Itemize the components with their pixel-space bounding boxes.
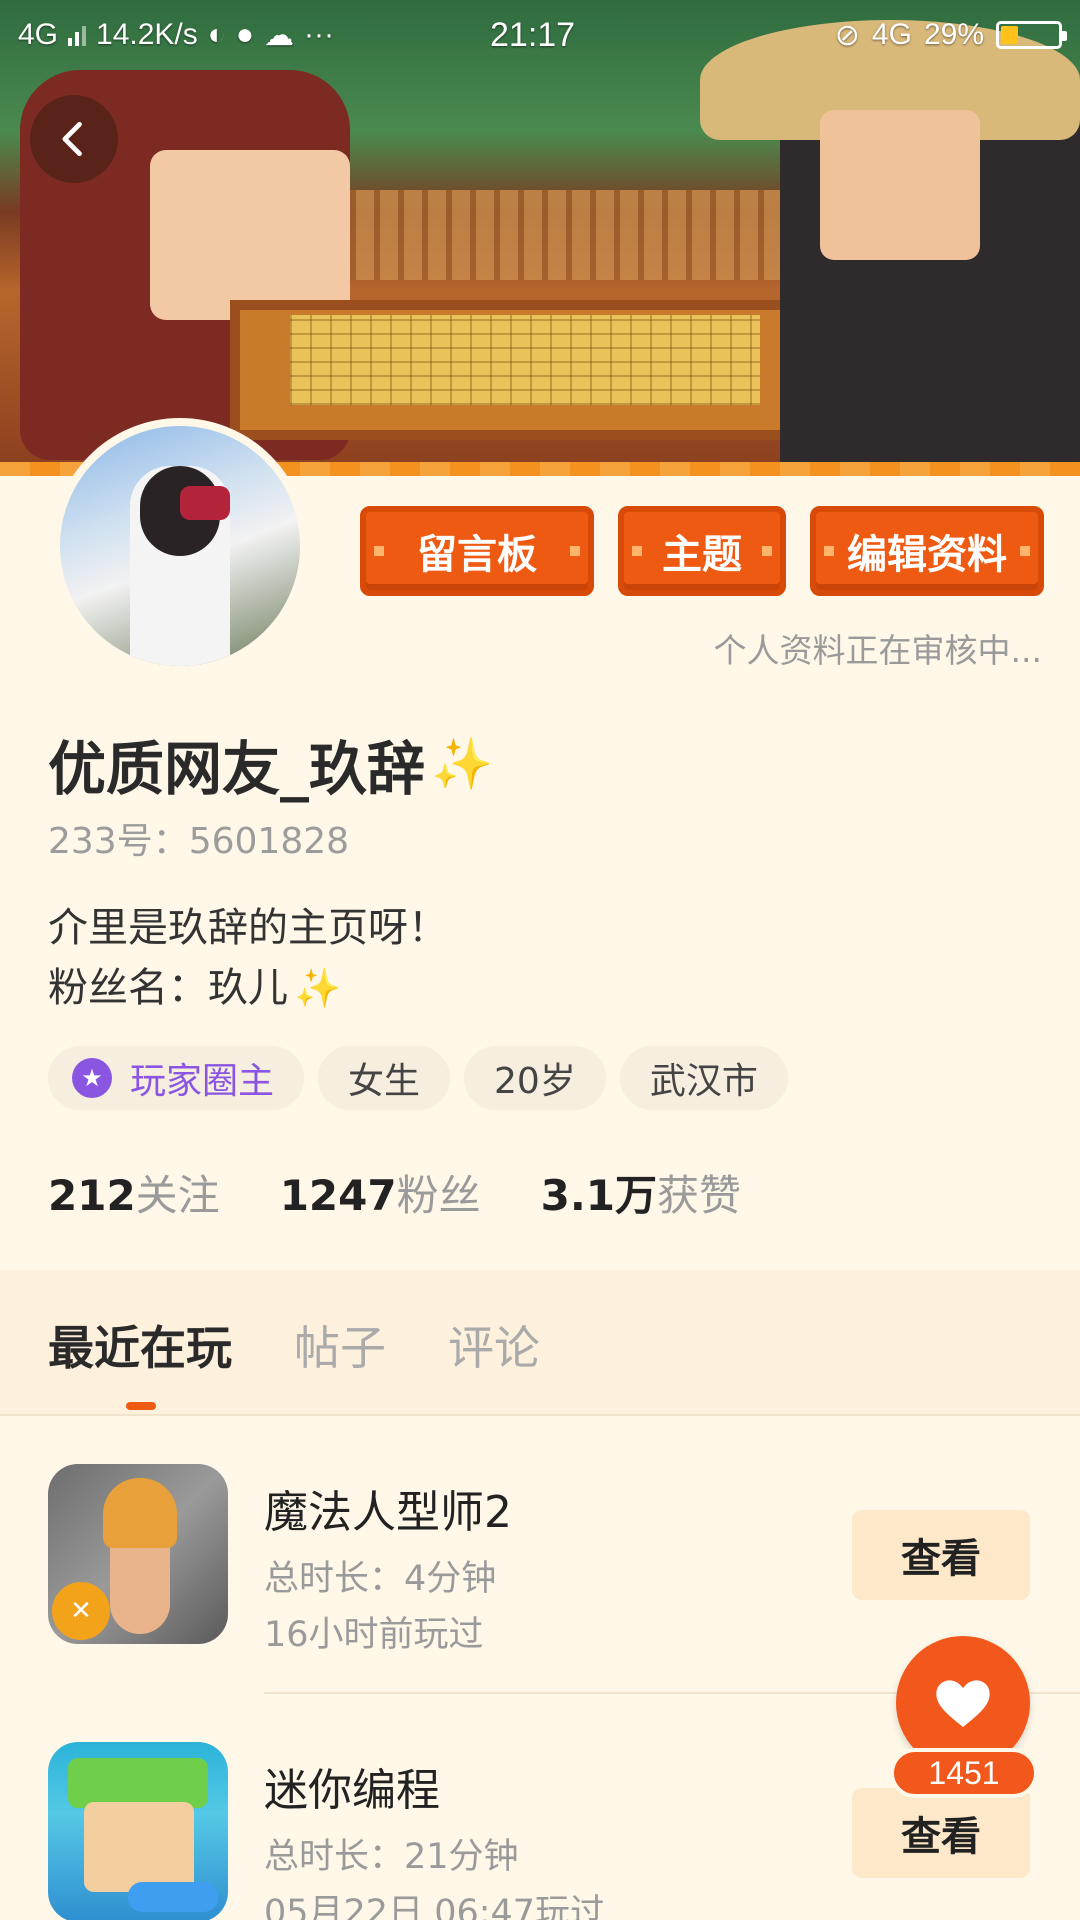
banner-go-board xyxy=(290,315,760,405)
following-count: 212 xyxy=(48,1171,136,1220)
profile-tags: ★ 玩家圈主 女生 20岁 武汉市 xyxy=(48,1046,788,1110)
avatar-bow xyxy=(180,486,230,520)
likes-count: 3.1万 xyxy=(540,1171,658,1220)
user-name-text: 优质网友_玖辞 xyxy=(48,735,426,803)
signal-icon xyxy=(68,24,87,46)
network-speed: 14.2K/s xyxy=(96,18,198,51)
likes-stat[interactable]: 3.1万获赞 xyxy=(541,1162,741,1223)
edit-profile-button[interactable]: 编辑资料 xyxy=(810,506,1044,596)
view-button[interactable]: 查看 xyxy=(852,1510,1030,1600)
fans-label: 粉丝 xyxy=(396,1171,481,1220)
active-tab-indicator xyxy=(126,1402,156,1410)
view-button[interactable]: 查看 xyxy=(852,1788,1030,1878)
tab-recent[interactable]: 最近在玩 xyxy=(48,1312,232,1378)
star-badge-icon: ★ xyxy=(72,1058,112,1098)
cloud-icon: ☁ xyxy=(264,18,295,52)
alarm-off-icon: ⊘ xyxy=(834,18,860,52)
role-tag[interactable]: ★ 玩家圈主 xyxy=(48,1046,305,1110)
planet-icon: ◐ xyxy=(207,18,226,51)
age-tag: 20岁 xyxy=(464,1046,606,1110)
message-board-button[interactable]: 留言板 xyxy=(360,506,594,596)
battery-fill xyxy=(1001,26,1019,44)
tab-comments[interactable]: 评论 xyxy=(448,1312,540,1378)
gender-tag: 女生 xyxy=(318,1046,451,1110)
bio-line-1: 介里是玖辞的主页呀！ xyxy=(48,905,448,951)
game-thumbnail[interactable]: ✕ xyxy=(48,1464,228,1644)
sparkle-icon: ✨ xyxy=(431,734,494,793)
tabs: 最近在玩 帖子 评论 xyxy=(48,1312,540,1378)
back-button[interactable] xyxy=(30,95,118,183)
clock: 21:17 xyxy=(490,15,576,54)
chat-icon: ● xyxy=(235,18,255,51)
profile-banner xyxy=(0,0,1080,470)
profile-stats: 212关注 1247粉丝 3.1万获赞 xyxy=(48,1162,741,1223)
thumbnail-hair xyxy=(103,1478,177,1548)
following-label: 关注 xyxy=(135,1171,220,1220)
role-tag-label: 玩家圈主 xyxy=(130,1061,275,1102)
review-status-note: 个人资料正在审核中... xyxy=(713,631,1042,670)
like-count: 1451 xyxy=(890,1748,1038,1798)
user-name: 优质网友_玖辞 ✨ xyxy=(48,722,493,806)
game-duration: 总时长：4分钟 xyxy=(264,1559,497,1599)
game-duration: 总时长：21分钟 xyxy=(264,1837,519,1877)
game-badge-icon: ✕ xyxy=(52,1582,110,1640)
network-type-left: 4G xyxy=(18,18,59,51)
battery-icon xyxy=(996,21,1067,49)
network-type-right: 4G xyxy=(871,18,912,51)
user-id: 233号：5601828 xyxy=(48,821,350,862)
city-tag: 武汉市 xyxy=(619,1046,788,1110)
bio-line-2-text: 粉丝名：玖儿 xyxy=(48,965,288,1011)
game-last-played: 05月22日 06:47玩过 xyxy=(264,1893,606,1920)
fans-count: 1247 xyxy=(279,1171,397,1220)
chevron-left-icon xyxy=(62,121,82,157)
avatar[interactable] xyxy=(52,418,308,674)
battery-percent: 29% xyxy=(923,18,984,51)
game-last-played: 16小时前玩过 xyxy=(264,1615,484,1655)
game-title: 魔法人型师2 xyxy=(264,1487,512,1538)
tab-posts[interactable]: 帖子 xyxy=(294,1312,386,1378)
heart-icon xyxy=(936,1680,990,1727)
thumbnail-roof xyxy=(68,1758,208,1808)
following-stat[interactable]: 212关注 xyxy=(48,1162,220,1223)
sparkle-icon: ✨ xyxy=(294,966,342,1010)
theme-button[interactable]: 主题 xyxy=(618,506,786,596)
game-title: 迷你编程 xyxy=(264,1765,440,1816)
bio-line-2: 粉丝名：玖儿 ✨ xyxy=(48,958,448,1018)
thumbnail-item xyxy=(128,1882,218,1912)
more-notifications: ··· xyxy=(304,18,334,51)
game-thumbnail[interactable] xyxy=(48,1742,228,1920)
banner-character-left-face xyxy=(150,150,350,320)
thumbnail-head xyxy=(84,1802,194,1892)
likes-label: 获赞 xyxy=(657,1171,742,1220)
fans-stat[interactable]: 1247粉丝 xyxy=(280,1162,481,1223)
user-bio: 介里是玖辞的主页呀！ 粉丝名：玖儿 ✨ xyxy=(48,898,448,1018)
tabs-divider xyxy=(0,1414,1080,1416)
status-bar: 4G 14.2K/s ◐ ● ☁ ··· 21:17 ⊘ 4G 29% xyxy=(0,0,1080,70)
banner-character-right-face xyxy=(820,110,980,260)
